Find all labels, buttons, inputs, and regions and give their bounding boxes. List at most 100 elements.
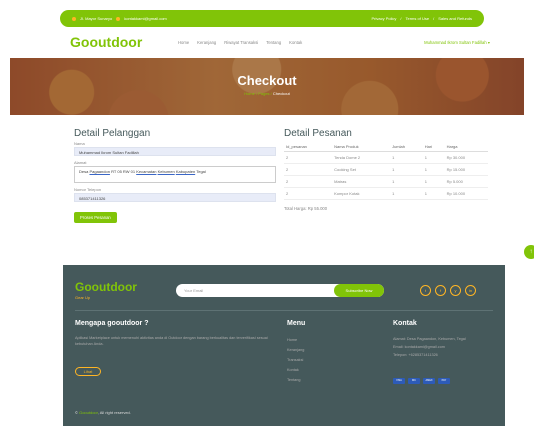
table-cell: Rp 10.000: [444, 187, 488, 200]
footer-link-tentang[interactable]: Tentang: [287, 375, 304, 385]
customer-details: Detail Pelanggan Nama Muhammad Ikrom Sul…: [74, 128, 276, 224]
topbar-address: Jl. Mayor Sunaryo: [80, 16, 113, 21]
youtube-icon[interactable]: y: [450, 285, 461, 296]
name-label: Nama: [74, 141, 85, 146]
table-cell: 2: [284, 187, 333, 200]
email-subscribe-input[interactable]: Your Email: [184, 288, 203, 293]
visa-icon: VISA: [393, 378, 405, 384]
payment-methods: VISA MC AMEX PAY: [393, 378, 450, 384]
twitter-icon[interactable]: t: [420, 285, 431, 296]
table-cell: Kompor Kotak: [332, 187, 391, 200]
navbar: Gooutdoor Home Keranjang Riwayat Transak…: [70, 32, 490, 52]
table-cell: 2: [284, 151, 333, 164]
name-field[interactable]: Muhammad Ikrom Sultan Fadillah: [74, 147, 276, 156]
brand-logo[interactable]: Gooutdoor: [70, 34, 178, 50]
top-info-bar: Jl. Mayor Sunaryo kontakkami@gmail.com P…: [60, 10, 484, 27]
nav-riwayat-transaksi[interactable]: Riwayat Transaksi: [224, 40, 258, 45]
order-table: Id_pesanan Nama Produk Jumlah Hari Harga…: [284, 142, 488, 200]
contact-info: Alamat: Desa Pagaandon, Kebumen, Tegal E…: [393, 335, 493, 359]
table-cell: Cooking Set: [332, 163, 391, 176]
table-cell: 2: [284, 163, 333, 176]
about-text: Aplikasi Marketplace untuk memenuhi akti…: [75, 336, 268, 346]
table-cell: 1: [390, 187, 423, 200]
breadcrumb-home[interactable]: Home: [244, 91, 255, 96]
table-cell: 1: [422, 151, 445, 164]
table-cell: 1: [422, 175, 445, 188]
amex-icon: AMEX: [423, 378, 435, 384]
privacy-link[interactable]: Privacy Policy: [371, 16, 396, 21]
table-cell: 1: [390, 175, 423, 188]
table-row: 2 Cooking Set 1 1 Rp 15.000: [284, 163, 488, 176]
user-menu[interactable]: Muhammad Ikrom Sultan Fadillah ▾: [424, 40, 490, 45]
table-cell: 2: [284, 175, 333, 188]
customer-section-title: Detail Pelanggan: [74, 128, 151, 139]
contact-phone: Telepon: +6285371411326: [393, 353, 438, 357]
column-header: Id_pesanan: [284, 142, 333, 152]
mastercard-icon: MC: [408, 378, 420, 384]
phone-field[interactable]: 085371411326: [74, 193, 276, 202]
column-header: Hari: [422, 142, 445, 152]
nav-menu: Home Keranjang Riwayat Transaksi Tentang…: [178, 40, 302, 45]
table-cell: 1: [422, 187, 445, 200]
topbar-contact: Jl. Mayor Sunaryo kontakkami@gmail.com: [72, 16, 167, 21]
process-order-button[interactable]: Proses Pesanan: [74, 212, 117, 223]
table-cell: Rp 5.000: [444, 175, 488, 188]
nav-tentang[interactable]: Tentang: [266, 40, 281, 45]
order-total: Total Harga: Rp 55.000: [284, 206, 328, 211]
linkedin-icon[interactable]: in: [465, 285, 476, 296]
footer-brand[interactable]: Gooutdoor: [75, 280, 137, 294]
footer-link-home[interactable]: Home: [287, 335, 304, 345]
terms-link[interactable]: Terms of Use: [406, 16, 430, 21]
topbar-links: Privacy Policy / Terms of Use / Sales an…: [371, 16, 472, 21]
copyright-brand[interactable]: Gooutdoor: [79, 410, 98, 415]
copyright-text: , All right reserved.: [97, 410, 131, 415]
order-section-title: Detail Pesanan: [284, 128, 352, 139]
breadcrumb-current: Checkout: [272, 91, 290, 96]
social-links: t f y in: [420, 285, 476, 296]
topbar-email[interactable]: kontakkami@gmail.com: [124, 16, 167, 21]
email-icon: [116, 16, 121, 21]
table-cell: Rp 15.000: [444, 163, 488, 176]
location-icon: [72, 16, 76, 21]
footer-menu-links: Home Keranjang Transaksi Kontak Tentang: [287, 335, 304, 385]
nav-keranjang[interactable]: Keranjang: [197, 40, 216, 45]
table-row: 2 Matras 1 1 Rp 5.000: [284, 175, 488, 188]
table-row: 2 Tenda Dome 2 1 1 Rp 30.000: [284, 151, 488, 164]
table-cell: 1: [390, 151, 423, 164]
chevron-down-icon: ▾: [487, 39, 490, 45]
nav-home[interactable]: Home: [178, 40, 189, 45]
refunds-link[interactable]: Sales and Refunds: [438, 16, 472, 21]
breadcrumb: Home / Pages / Checkout: [244, 91, 290, 96]
footer-link-keranjang[interactable]: Keranjang: [287, 345, 304, 355]
subscribe-form: Your Email Subscribe Now: [176, 284, 384, 297]
contact-address: Alamat: Desa Pagaandon, Kebumen, Tegal: [393, 337, 466, 341]
table-header-row: Id_pesanan Nama Produk Jumlah Hari Harga: [284, 142, 488, 152]
subscribe-button[interactable]: Subscribe Now: [334, 284, 384, 297]
table-row: 2 Kompor Kotak 1 1 Rp 10.000: [284, 187, 488, 200]
page-hero: Checkout Home / Pages / Checkout: [10, 58, 524, 115]
address-field[interactable]: Desa Pagaandon RT 05 RW 01 Kecamatan Keb…: [74, 166, 276, 183]
about-title: Mengapa gooutdoor ?: [75, 320, 149, 327]
table-cell: Rp 30.000: [444, 151, 488, 164]
arrow-up-icon: ↑: [529, 249, 533, 255]
column-header: Jumlah: [390, 142, 423, 152]
column-header: Harga: [444, 142, 488, 152]
paypal-icon: PAY: [438, 378, 450, 384]
table-cell: 1: [390, 163, 423, 176]
contact-email: Email: kontakkami@gmail.com: [393, 345, 445, 349]
facebook-icon[interactable]: f: [435, 285, 446, 296]
order-details: Detail Pesanan Id_pesanan Nama Produk Ju…: [284, 128, 488, 211]
table-cell: Tenda Dome 2: [332, 151, 391, 164]
footer-link-transaksi[interactable]: Transaksi: [287, 355, 304, 365]
table-cell: Matras: [332, 175, 391, 188]
user-name: Muhammad Ikrom Sultan Fadillah: [424, 39, 487, 45]
footer-link-kontak[interactable]: Kontak: [287, 365, 304, 375]
footer-divider: [75, 310, 493, 311]
nav-kontak[interactable]: Kontak: [289, 40, 302, 45]
phone-label: Nomor Telepon: [74, 187, 102, 192]
column-header: Nama Produk: [332, 142, 391, 152]
address-label: Alamat: [74, 160, 87, 165]
breadcrumb-pages[interactable]: Pages: [258, 91, 269, 96]
back-to-top-button[interactable]: ↑: [524, 245, 534, 259]
read-more-button[interactable]: Lihat: [75, 367, 101, 376]
